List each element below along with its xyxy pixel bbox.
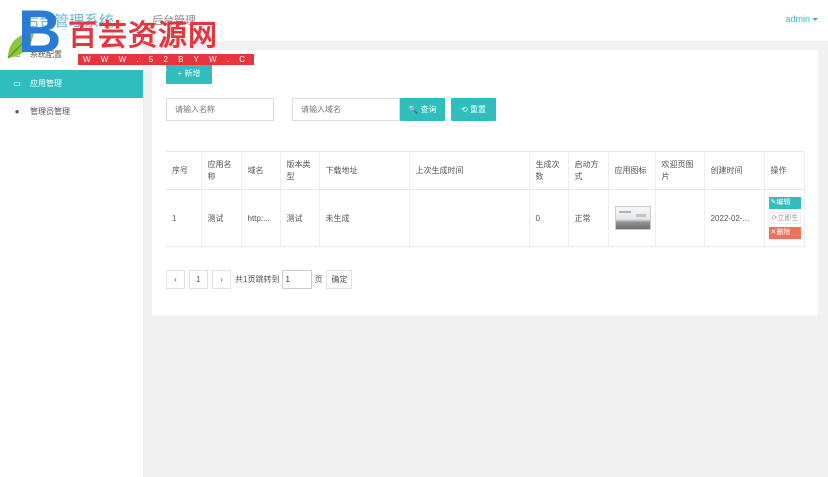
sidebar-item-app-management[interactable]: ▭ 应用管理 xyxy=(0,70,143,98)
column-header: 启动方式 xyxy=(568,151,609,190)
prev-page-button[interactable]: ‹ xyxy=(166,269,185,289)
user-icon: ● xyxy=(14,107,20,116)
watermark-title: 百芸资源网 xyxy=(68,18,219,52)
confirm-jump-button[interactable]: 确定 xyxy=(326,269,353,289)
column-header: 版本类型 xyxy=(280,151,320,190)
edit-button[interactable]: ✎编辑 xyxy=(768,197,801,209)
add-button[interactable]: + 新增 xyxy=(166,64,212,84)
cell-app-icon xyxy=(608,189,656,247)
column-header: 上次生成时间 xyxy=(409,151,530,190)
table-header-row: 序号 应用名称 域名 版本类型 下载地址 上次生成时间 生成次数 启动方式 应用… xyxy=(166,151,805,190)
cell-version-type: 测试 xyxy=(280,189,320,247)
column-header: 操作 xyxy=(764,151,805,190)
sidebar: ▭系统配置 ▭应用管理 ●管理员管理 xyxy=(0,41,143,477)
cell-download-url: 未生成 xyxy=(319,189,410,247)
column-header: 生成次数 xyxy=(529,151,569,190)
cell-last-generated xyxy=(409,189,530,247)
search-button[interactable]: 🔍 查询 xyxy=(400,98,445,121)
name-search-input[interactable] xyxy=(166,98,274,121)
column-header: 下载地址 xyxy=(319,151,410,190)
cell-app-name: 测试 xyxy=(201,189,242,247)
column-header: 应用图标 xyxy=(608,151,656,190)
delete-button[interactable]: ✕删除 xyxy=(768,227,801,239)
next-page-button[interactable]: › xyxy=(212,269,231,289)
sidebar-item-admin-management[interactable]: ● 管理员管理 xyxy=(0,98,143,126)
cell-index: 1 xyxy=(166,189,202,247)
watermark-url: W W W . 5 2 B Y W . C N xyxy=(78,54,254,75)
jump-page-input[interactable] xyxy=(282,269,313,289)
logo-letter-icon: B xyxy=(18,0,62,65)
column-header: 应用名称 xyxy=(201,151,242,190)
column-header: 序号 xyxy=(166,151,202,190)
sidebar-item-label: 应用管理 xyxy=(30,79,62,88)
app-icon-thumbnail[interactable] xyxy=(614,206,651,230)
sidebar-item-label: 管理员管理 xyxy=(30,107,70,116)
column-header: 创建时间 xyxy=(704,151,765,190)
column-header: 域名 xyxy=(241,151,281,190)
cell-domain: http:... xyxy=(241,189,281,247)
cell-launch-mode: 正常 xyxy=(568,189,609,247)
page-number-button[interactable]: 1 xyxy=(189,269,208,289)
column-header: 欢迎页图片 xyxy=(655,151,705,190)
app-table: 序号 应用名称 域名 版本类型 下载地址 上次生成时间 生成次数 启动方式 应用… xyxy=(166,151,805,247)
watermark-logo: B 百芸资源网 W W W . 5 2 B Y W . C N xyxy=(4,0,254,75)
page-summary: 共1页跳转到 xyxy=(235,274,280,284)
cell-created-time: 2022-02-... xyxy=(704,189,765,247)
domain-search-input[interactable] xyxy=(292,98,400,121)
cell-actions: ✎编辑 ⟳立即生 ✕删除 xyxy=(764,189,805,247)
cell-generate-count: 0 xyxy=(529,189,569,247)
table-row: 1 测试 http:... 测试 未生成 0 正常 2022-02-... ✎编… xyxy=(166,189,805,247)
chevron-down-icon xyxy=(812,18,818,22)
clipboard-icon: ▭ xyxy=(13,79,21,88)
user-name: admin xyxy=(785,14,810,24)
generate-now-button[interactable]: ⟳立即生 xyxy=(768,212,801,224)
user-menu[interactable]: admin xyxy=(785,14,818,24)
reset-button[interactable]: ⟲ 重置 xyxy=(451,98,496,121)
main-panel: + 新增 🔍 查询 ⟲ 重置 序号 应用名称 域名 版本类型 下载地址 上次生成… xyxy=(152,50,818,315)
cell-welcome-image xyxy=(655,189,705,247)
pagination: ‹ 1 › 共1页跳转到 页 确定 xyxy=(166,269,356,289)
page-unit-label: 页 xyxy=(314,274,323,284)
